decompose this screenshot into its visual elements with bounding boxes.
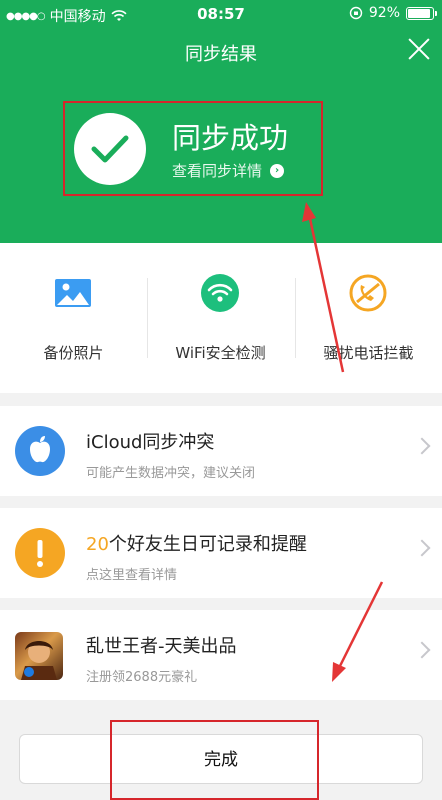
- annotation-arrow: [307, 213, 345, 373]
- annotation-arrow: [336, 581, 384, 671]
- annotation-arrowhead: [332, 662, 346, 682]
- annotation-arrowhead: [302, 202, 316, 222]
- annotation-arrows: [302, 202, 384, 682]
